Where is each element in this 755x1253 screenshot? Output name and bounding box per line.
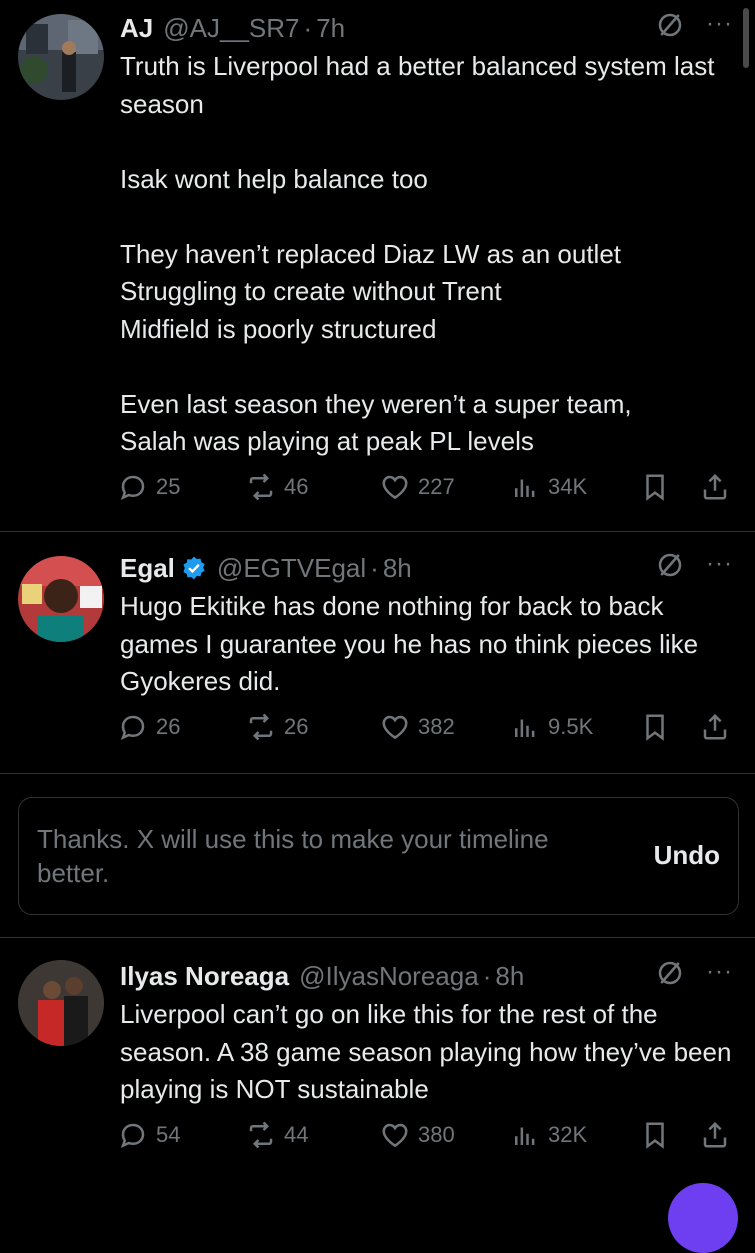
bookmark-button[interactable]	[640, 472, 678, 502]
separator-dot: ·	[303, 12, 313, 43]
author-name[interactable]: Egal	[120, 553, 175, 584]
tweet-actions: 54 44 380 32K	[118, 1120, 738, 1160]
divider	[0, 937, 755, 938]
reply-count: 54	[156, 1122, 181, 1147]
like-button[interactable]: 227	[380, 472, 455, 502]
like-button[interactable]: 382	[380, 712, 455, 742]
share-button[interactable]	[700, 1120, 738, 1150]
repost-count: 26	[284, 714, 309, 739]
tweet-actions: 25 46 227 34K	[118, 472, 738, 512]
bookmark-icon	[640, 1120, 670, 1150]
tweet-header: AJ @AJ__SR7 · 7h	[120, 10, 345, 46]
views-icon	[510, 472, 540, 502]
author-handle[interactable]: @EGTVEgal	[217, 553, 366, 584]
avatar[interactable]	[18, 960, 104, 1046]
like-icon	[380, 1120, 410, 1150]
repost-icon	[246, 472, 276, 502]
repost-icon	[246, 712, 276, 742]
author-handle[interactable]: @IlyasNoreaga	[299, 961, 479, 992]
share-icon	[700, 1120, 730, 1150]
repost-button[interactable]: 46	[246, 472, 308, 502]
verified-icon	[183, 556, 205, 580]
repost-icon	[246, 1120, 276, 1150]
post-time[interactable]: 8h	[383, 553, 412, 584]
avatar[interactable]	[18, 556, 104, 642]
like-count: 380	[418, 1122, 455, 1147]
repost-count: 44	[284, 1122, 309, 1147]
more-icon[interactable]: ···	[706, 960, 733, 984]
views-icon	[510, 712, 540, 742]
bookmark-icon	[640, 472, 670, 502]
scrollbar[interactable]	[743, 8, 749, 68]
tweet-text: Truth is Liverpool had a better balanced…	[120, 51, 715, 456]
reply-icon	[118, 472, 148, 502]
repost-count: 46	[284, 474, 309, 499]
like-icon	[380, 472, 410, 502]
tweet-text: Liverpool can’t go on like this for the …	[120, 999, 732, 1104]
like-button[interactable]: 380	[380, 1120, 455, 1150]
repost-button[interactable]: 26	[246, 712, 308, 742]
tweet-actions: 26 26 382 9.5K	[118, 712, 738, 752]
reply-button[interactable]: 25	[118, 472, 180, 502]
grok-icon[interactable]	[655, 550, 685, 580]
grok-icon[interactable]	[655, 10, 685, 40]
share-icon	[700, 472, 730, 502]
like-count: 382	[418, 714, 455, 739]
tweet[interactable]: Egal @EGTVEgal · 8h ··· Hugo Ekitike has…	[0, 550, 755, 770]
more-icon[interactable]: ···	[706, 552, 733, 576]
tweet-header: Ilyas Noreaga @IlyasNoreaga · 8h	[120, 958, 524, 994]
compose-fab[interactable]	[668, 1183, 738, 1253]
divider	[0, 773, 755, 774]
feedback-notice: Thanks. X will use this to make your tim…	[18, 797, 739, 915]
reply-icon	[118, 1120, 148, 1150]
grok-icon[interactable]	[655, 958, 685, 988]
share-icon	[700, 712, 730, 742]
author-name[interactable]: AJ	[120, 13, 153, 44]
avatar-photo	[18, 556, 104, 642]
views-button[interactable]: 34K	[510, 472, 587, 502]
avatar-photo	[18, 14, 104, 100]
author-handle[interactable]: @AJ__SR7	[163, 13, 299, 44]
reply-icon	[118, 712, 148, 742]
views-button[interactable]: 9.5K	[510, 712, 593, 742]
repost-button[interactable]: 44	[246, 1120, 308, 1150]
reply-count: 26	[156, 714, 181, 739]
tweet[interactable]: Ilyas Noreaga @IlyasNoreaga · 8h ··· Liv…	[0, 958, 755, 1178]
tweet-header: Egal @EGTVEgal · 8h	[120, 550, 412, 586]
bookmark-button[interactable]	[640, 1120, 678, 1150]
share-button[interactable]	[700, 712, 738, 742]
views-button[interactable]: 32K	[510, 1120, 587, 1150]
avatar[interactable]	[18, 14, 104, 100]
more-icon[interactable]: ···	[706, 12, 733, 36]
post-time[interactable]: 8h	[495, 961, 524, 992]
bookmark-button[interactable]	[640, 712, 678, 742]
separator-dot: ·	[370, 552, 379, 583]
post-time[interactable]: 7h	[316, 13, 345, 44]
tweet[interactable]: AJ @AJ__SR7 · 7h ··· Truth is Liverpool …	[0, 10, 755, 530]
views-count: 32K	[548, 1122, 588, 1147]
views-count: 34K	[548, 474, 588, 499]
avatar-photo	[18, 960, 104, 1046]
views-count: 9.5K	[548, 714, 594, 739]
share-button[interactable]	[700, 472, 738, 502]
views-icon	[510, 1120, 540, 1150]
like-icon	[380, 712, 410, 742]
reply-button[interactable]: 54	[118, 1120, 180, 1150]
author-name[interactable]: Ilyas Noreaga	[120, 961, 289, 992]
reply-button[interactable]: 26	[118, 712, 180, 742]
bookmark-icon	[640, 712, 670, 742]
notice-text: Thanks. X will use this to make your tim…	[37, 824, 549, 888]
separator-dot: ·	[482, 960, 492, 991]
divider	[0, 531, 755, 532]
undo-button[interactable]: Undo	[654, 840, 720, 871]
tweet-text: Hugo Ekitike has done nothing for back t…	[120, 591, 699, 696]
like-count: 227	[418, 474, 455, 499]
reply-count: 25	[156, 474, 181, 499]
